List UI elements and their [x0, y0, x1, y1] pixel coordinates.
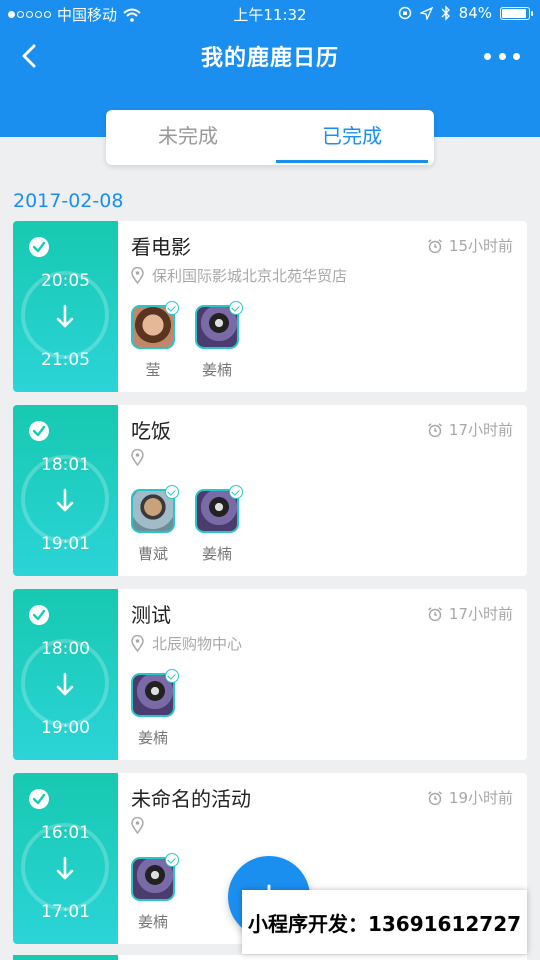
start-time: 20:05: [41, 271, 90, 291]
participant[interactable]: 姜楠: [195, 485, 243, 564]
status-bar: 中国移动 上午11:32 84%: [0, 0, 540, 28]
participant-list: 莹 姜楠: [131, 301, 243, 380]
participant-list: 姜楠: [131, 669, 179, 748]
time-ago-label: 19小时前: [448, 789, 513, 807]
arrow-down-icon: [56, 672, 74, 696]
location-pin-icon: [131, 817, 144, 834]
event-title: 吃饭: [131, 419, 171, 443]
time-ago: 15小时前: [427, 235, 513, 256]
alarm-clock-icon: [427, 790, 442, 805]
participant[interactable]: 曹斌: [131, 485, 179, 564]
participant[interactable]: 姜楠: [195, 301, 243, 380]
participant-name: 姜楠: [137, 913, 168, 931]
arrow-down-icon: [56, 856, 74, 880]
participant-name: 姜楠: [201, 361, 232, 379]
arrow-down-icon: [56, 488, 74, 512]
location-pin-icon: [131, 449, 144, 466]
end-time: 21:05: [41, 350, 90, 370]
check-icon: [165, 301, 179, 315]
check-icon: [165, 669, 179, 683]
check-icon: [165, 485, 179, 499]
arrow-down-icon: [56, 304, 74, 328]
check-circle-icon: [29, 421, 49, 441]
time-ago: 17小时前: [427, 603, 513, 624]
battery-icon: [500, 6, 533, 20]
start-time: 16:01: [41, 823, 90, 843]
more-icon[interactable]: [484, 42, 520, 70]
location-pin-icon: [131, 635, 144, 652]
event-title: 测试: [131, 603, 171, 627]
participant[interactable]: 姜楠: [131, 669, 179, 748]
page-title: 我的鹿鹿日历: [200, 46, 339, 71]
start-time: 18:00: [41, 639, 90, 659]
time-ago-label: 17小时前: [448, 421, 513, 439]
check-icon: [229, 301, 243, 315]
alarm-clock-icon: [427, 422, 442, 437]
check-icon: [229, 485, 243, 499]
time-ago-label: 15小时前: [448, 237, 513, 255]
event-card[interactable]: 18:01 19:01 吃饭 17小时前 曹斌 姜楠: [13, 405, 527, 576]
time-panel: 18:01 19:01: [13, 405, 118, 576]
location-pin-icon: [131, 267, 144, 284]
event-location: [131, 817, 152, 834]
participant[interactable]: 姜楠: [131, 853, 179, 932]
check-circle-icon: [29, 605, 49, 625]
watermark-banner: 小程序开发：13691612727: [242, 890, 527, 954]
time-panel: 16:01 17:01: [13, 773, 118, 944]
location-label: 北辰购物中心: [152, 635, 243, 653]
location-label: 保利国际影城北京北苑华贸店: [152, 267, 348, 285]
event-location: 北辰购物中心: [131, 633, 242, 654]
event-card[interactable]: 20:05 21:05 看电影 15小时前 保利国际影城北京北苑华贸店 莹 姜楠: [13, 221, 527, 392]
participant-list: 曹斌 姜楠: [131, 485, 243, 564]
check-icon: [165, 853, 179, 867]
battery-percent: 84%: [458, 4, 492, 22]
event-location: [131, 449, 152, 466]
check-circle-icon: [29, 789, 49, 809]
bluetooth-icon: [441, 5, 450, 21]
date-header: 2017-02-08: [13, 190, 124, 212]
event-card[interactable]: 18:00 19:00 测试 17小时前 北辰购物中心 姜楠: [13, 589, 527, 760]
alarm-clock-icon: [427, 606, 442, 621]
participant-name: 莹: [145, 361, 161, 379]
time-ago: 19小时前: [427, 787, 513, 808]
participant-name: 曹斌: [137, 545, 168, 563]
time-panel: 18:00 19:00: [13, 589, 118, 760]
tab-completed[interactable]: 已完成: [270, 110, 434, 165]
next-card-edge: [13, 955, 527, 960]
participant-name: 姜楠: [137, 729, 168, 747]
participant[interactable]: 莹: [131, 301, 179, 380]
time-ago-label: 17小时前: [448, 605, 513, 623]
time-ago: 17小时前: [427, 419, 513, 440]
event-title: 看电影: [131, 235, 191, 259]
participant-name: 姜楠: [201, 545, 232, 563]
rotation-lock-icon: [398, 6, 411, 20]
time-panel: 20:05 21:05: [13, 221, 118, 392]
event-title: 未命名的活动: [131, 787, 251, 811]
navigation-bar: 我的鹿鹿日历: [0, 28, 540, 84]
end-time: 19:01: [41, 534, 90, 554]
alarm-clock-icon: [427, 238, 442, 253]
end-time: 17:01: [41, 902, 90, 922]
participant-list: 姜楠: [131, 853, 179, 932]
check-circle-icon: [29, 237, 49, 257]
end-time: 19:00: [41, 718, 90, 738]
start-time: 18:01: [41, 455, 90, 475]
location-arrow-icon: [419, 6, 433, 20]
status-tabs: 未完成 已完成: [106, 110, 434, 165]
tab-incomplete[interactable]: 未完成: [106, 110, 270, 165]
event-location: 保利国际影城北京北苑华贸店: [131, 265, 347, 286]
